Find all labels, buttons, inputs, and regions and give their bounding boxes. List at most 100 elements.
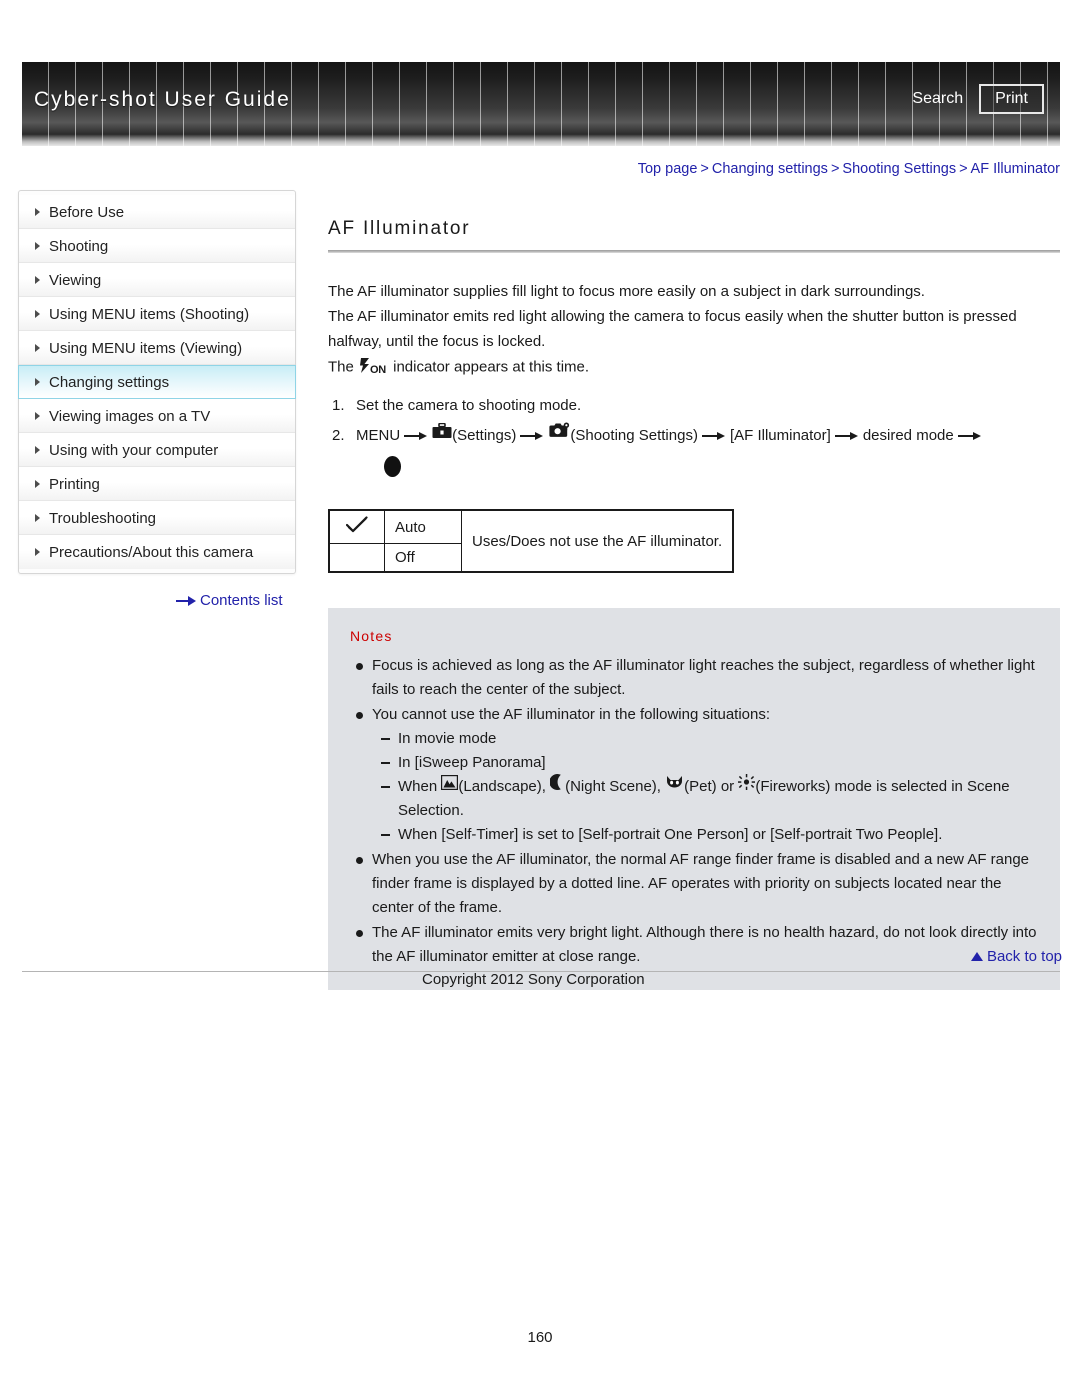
landscape-icon	[441, 774, 459, 798]
sidebar-item-label: Changing settings	[49, 374, 170, 392]
print-button[interactable]: Print	[979, 84, 1044, 114]
sidebar-item-label: Precautions/About this camera	[49, 544, 254, 562]
sidebar-item-label: Shooting	[49, 238, 109, 256]
arrow-right-icon	[701, 430, 726, 442]
settings-label: (Settings)	[452, 427, 517, 444]
menu-label: MENU	[356, 427, 401, 444]
sidebar-item-precautions-about-this-camera[interactable]: Precautions/About this camera	[19, 535, 295, 569]
option-name-auto: Auto	[384, 509, 462, 545]
option-checked-cell	[328, 509, 385, 545]
pet-cat-icon	[665, 774, 684, 798]
sidebar-item-label: Using MENU items (Shooting)	[49, 306, 250, 324]
step-1: 1. Set the camera to shooting mode.	[328, 391, 1060, 421]
breadcrumb: Top page > Changing settings > Shooting Sett…	[638, 161, 1060, 177]
step-1-number: 1.	[332, 397, 345, 414]
site-title: Cyber-shot User Guide	[34, 88, 291, 111]
contents-list-link[interactable]: Contents list	[176, 592, 283, 609]
note-sub-part1: When	[398, 778, 438, 796]
note-sub-item: In movie mode	[380, 727, 1038, 751]
page-number: 160	[527, 1329, 553, 1346]
center-button-icon	[384, 455, 401, 477]
note-item-text: You cannot use the AF illuminator in the…	[372, 706, 771, 724]
sidebar-item-label: Viewing images on a TV	[49, 408, 211, 426]
sidebar-item-printing[interactable]: Printing	[19, 467, 295, 501]
af-illuminator-on-icon: ON	[358, 353, 389, 380]
step-2: 2. MENU (Settings) (Shooting Settings)[A…	[328, 421, 1060, 481]
arrow-right-icon	[520, 430, 544, 442]
sidebar-item-label: Using MENU items (Viewing)	[49, 340, 243, 358]
arrow-right-icon	[176, 596, 196, 607]
indicator-paragraph: The ON indicator appears at this time.	[328, 354, 1060, 381]
notes-list: Focus is achieved as long as the AF illu…	[350, 654, 1038, 969]
chevron-right-icon	[35, 480, 40, 489]
breadcrumb-separator: >	[700, 161, 709, 177]
sidebar-nav: Before Use Shooting Viewing Using MENU i…	[18, 190, 296, 574]
breadcrumb-item-shooting-settings[interactable]: Shooting Settings	[842, 161, 956, 177]
intro-paragraph-2: The AF illuminator emits red light allow…	[328, 308, 1017, 350]
sidebar-item-shooting[interactable]: Shooting	[19, 229, 295, 263]
intro-paragraph-1: The AF illuminator supplies fill light t…	[328, 283, 925, 300]
note-sub-list: In movie mode In [iSweep Panorama] When …	[372, 727, 1038, 847]
night-scene-moon-icon	[549, 774, 565, 798]
chevron-right-icon	[35, 412, 40, 421]
sidebar-item-label: Troubleshooting	[49, 510, 157, 528]
sidebar-item-using-menu-items-shooting[interactable]: Using MENU items (Shooting)	[19, 297, 295, 331]
option-checked-cell	[328, 543, 385, 573]
sidebar-item-label: Viewing	[49, 272, 102, 290]
desired-mode-label: desired mode	[862, 427, 954, 444]
main-content: AF Illuminator The AF illuminator suppli…	[328, 190, 1060, 991]
sidebar-item-using-menu-items-viewing[interactable]: Using MENU items (Viewing)	[19, 331, 295, 365]
settings-toolbox-icon	[432, 420, 452, 450]
fireworks-icon	[738, 774, 756, 798]
chevron-right-icon	[35, 548, 40, 557]
chevron-right-icon	[35, 208, 40, 217]
search-button[interactable]: Search	[910, 86, 965, 112]
header-actions: Search Print	[910, 84, 1044, 114]
note-sub-item: In [iSweep Panorama]	[380, 751, 1038, 775]
breadcrumb-separator: >	[959, 161, 968, 177]
copyright-text: Copyright 2012 Sony Corporation	[422, 971, 645, 988]
shooting-settings-label: (Shooting Settings)	[570, 427, 698, 444]
sidebar-item-viewing-images-on-a-tv[interactable]: Viewing images on a TV	[19, 399, 295, 433]
sidebar-item-label: Using with your computer	[49, 442, 219, 460]
note-sub-item-scene-modes: When (Landscape), (Night Scene), (Pet) o…	[380, 774, 1038, 823]
sidebar-item-before-use[interactable]: Before Use	[19, 195, 295, 229]
note-item: Focus is achieved as long as the AF illu…	[350, 654, 1038, 702]
step-2-text: MENU (Settings) (Shooting Settings) [AF I…	[356, 421, 1060, 481]
title-divider	[328, 250, 1060, 253]
step-2-number: 2.	[332, 427, 345, 444]
sidebar-item-using-with-your-computer[interactable]: Using with your computer	[19, 433, 295, 467]
note-sub-item: When [Self-Timer] is set to [Self-portra…	[380, 823, 1038, 847]
sidebar-item-viewing[interactable]: Viewing	[19, 263, 295, 297]
note-item: When you use the AF illuminator, the nor…	[350, 848, 1038, 920]
checkmark-icon	[345, 516, 368, 534]
notes-box: Notes Focus is achieved as long as the A…	[328, 608, 1060, 991]
indicator-suffix: indicator appears at this time.	[393, 358, 590, 376]
sidebar-item-label: Before Use	[49, 204, 125, 222]
back-to-top-link[interactable]: Back to top	[970, 948, 1062, 965]
sidebar-item-troubleshooting[interactable]: Troubleshooting	[19, 501, 295, 535]
option-description: Uses/Does not use the AF illuminator.	[461, 509, 734, 573]
af-illuminator-on-label: ON	[370, 364, 386, 376]
landscape-label: (Landscape),	[458, 778, 546, 796]
table-row: Auto Uses/Does not use the AF illuminato…	[328, 509, 734, 573]
indicator-prefix: The	[328, 358, 354, 376]
note-item: The AF illuminator emits very bright lig…	[350, 921, 1038, 969]
arrow-right-icon	[957, 430, 982, 442]
pet-label: (Pet) or	[684, 778, 735, 796]
contents-list-label: Contents list	[200, 592, 283, 609]
arrow-right-icon	[834, 430, 859, 442]
shooting-settings-camera-icon	[548, 420, 570, 450]
triangle-up-icon	[970, 951, 983, 961]
chevron-right-icon	[35, 378, 40, 387]
page-title: AF Illuminator	[328, 218, 471, 239]
chevron-right-icon	[35, 344, 40, 353]
option-table: Auto Uses/Does not use the AF illuminato…	[328, 509, 735, 574]
breadcrumb-item-top-page[interactable]: Top page	[638, 161, 698, 177]
breadcrumb-item-changing-settings[interactable]: Changing settings	[712, 161, 828, 177]
option-name-off: Off	[384, 543, 462, 573]
chevron-right-icon	[35, 310, 40, 319]
chevron-right-icon	[35, 514, 40, 523]
breadcrumb-item-current: AF Illuminator	[970, 161, 1060, 177]
sidebar-item-changing-settings[interactable]: Changing settings	[18, 365, 296, 399]
